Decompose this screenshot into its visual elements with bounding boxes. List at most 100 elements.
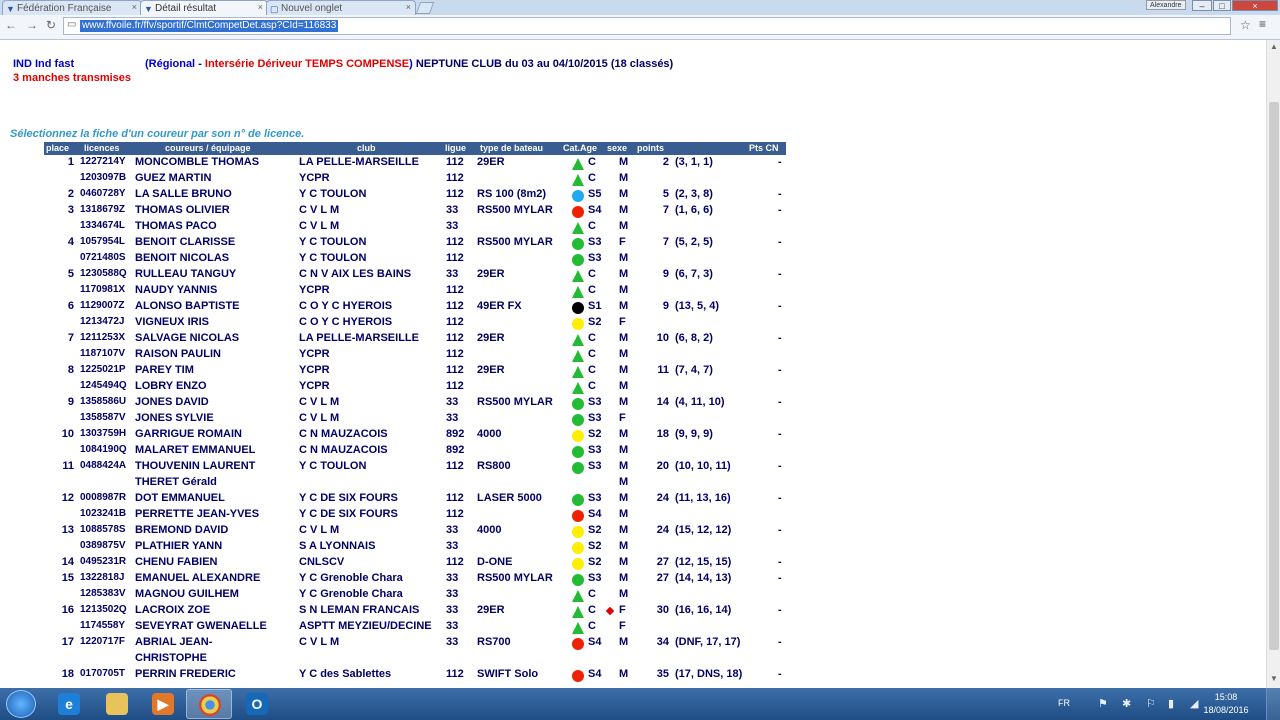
address-bar[interactable]: ▭ www.ffvoile.fr/ffv/sportif/ClmtCompetD… <box>63 17 1231 35</box>
licence-link[interactable]: 1057954L <box>80 236 125 247</box>
scroll-down-icon[interactable]: ▼ <box>1270 674 1278 683</box>
url-text[interactable]: www.ffvoile.fr/ffv/sportif/ClmtCompetDet… <box>80 20 339 32</box>
user-badge[interactable]: Alexandre <box>1146 0 1186 10</box>
licence-link[interactable]: 1303759H <box>80 428 126 439</box>
tab-nouvel-onglet[interactable]: ▢ Nouvel onglet × <box>266 0 416 15</box>
taskbar-media[interactable]: ▶ <box>140 689 186 719</box>
tab-federation[interactable]: ▼ Fédération Française × <box>2 0 142 15</box>
club-name: C V L M <box>299 220 340 232</box>
close-tab-icon[interactable]: × <box>258 2 263 12</box>
age-category: C <box>588 380 596 392</box>
taskbar-explorer[interactable] <box>94 689 140 719</box>
licence-link[interactable]: 1174558Y <box>80 620 125 631</box>
cn-points: - <box>778 364 782 376</box>
tray-flag-icon[interactable]: ⚑ <box>1098 697 1108 710</box>
licence-link[interactable]: 0008987R <box>80 492 126 503</box>
back-arrow-icon[interactable]: ← <box>5 18 17 32</box>
age-category: S4 <box>588 636 602 648</box>
licence-link[interactable]: 1285383V <box>80 588 126 599</box>
scroll-up-icon[interactable]: ▲ <box>1270 42 1278 51</box>
licence-link[interactable]: 0460728Y <box>80 188 126 199</box>
table-row: 15 1322818J EMANUEL ALEXANDRE Y C Grenoble … <box>0 571 790 587</box>
points-detail: (14, 14, 13) <box>675 572 732 584</box>
sex-cell: M <box>619 300 629 312</box>
competitor-name: BENOIT CLARISSE <box>135 236 236 248</box>
licence-link[interactable]: 1203097B <box>80 172 126 183</box>
bookmark-star-icon[interactable]: ☆ <box>1240 18 1251 32</box>
menu-icon[interactable]: ≡ <box>1259 17 1266 31</box>
licence-link[interactable]: 1213472J <box>80 316 125 327</box>
network-icon[interactable]: ▮ <box>1168 697 1174 710</box>
club-name: Y C des Sablettes <box>299 668 392 680</box>
system-clock[interactable]: 15:08 18/08/2016 <box>1196 691 1256 717</box>
forward-arrow-icon[interactable]: → <box>26 18 38 32</box>
show-desktop-button[interactable] <box>1266 688 1280 720</box>
licence-link[interactable]: 0170705T <box>80 668 125 679</box>
table-row: 1170981X NAUDY YANNIS YCPR 112 C M <box>0 283 790 299</box>
table-row: 1 1227214Y MONCOMBLE THOMAS LA PELLE-MARSEI… <box>0 155 790 171</box>
ligue-cell: 112 <box>446 492 464 504</box>
licence-link[interactable]: 0389875V <box>80 540 126 551</box>
competition-title: (Régional - Intersérie Dériveur TEMPS CO… <box>145 58 674 70</box>
taskbar-chrome[interactable] <box>186 689 232 719</box>
licence-link[interactable]: 1084190Q <box>80 444 127 455</box>
licence-link[interactable]: 0721480S <box>80 252 126 263</box>
boat-type: RS500 MYLAR <box>477 236 553 248</box>
age-category: S2 <box>588 556 602 568</box>
licence-link[interactable]: 1213502Q <box>80 604 127 615</box>
sex-cell: M <box>619 332 629 344</box>
licence-link[interactable]: 1129007Z <box>80 300 125 311</box>
boat-type: LASER 5000 <box>477 492 542 504</box>
tray-flag2-icon[interactable]: ⚐ <box>1146 697 1156 710</box>
ligue-cell: 33 <box>446 524 459 536</box>
licence-link[interactable]: 1227214Y <box>80 156 126 167</box>
licence-link[interactable]: 1225021P <box>80 364 126 375</box>
boat-type: 29ER <box>477 268 505 280</box>
close-tab-icon[interactable]: × <box>132 2 137 12</box>
licence-link[interactable]: 1358586U <box>80 396 126 407</box>
competitor-name: JONES SYLVIE <box>135 412 214 424</box>
vertical-scrollbar[interactable]: ▲ ▼ <box>1266 40 1280 688</box>
tray-app-icon[interactable]: ✱ <box>1122 697 1131 710</box>
taskbar-outlook[interactable]: O <box>234 689 280 719</box>
reload-icon[interactable]: ↻ <box>46 18 56 32</box>
table-row: 5 1230588Q RULLEAU TANGUY C N V AIX LES BAI… <box>0 267 790 283</box>
licence-link[interactable]: 1358587V <box>80 412 126 423</box>
licence-link[interactable]: 1245494Q <box>80 380 127 391</box>
place-cell: 9 <box>67 396 74 408</box>
place-cell: 4 <box>67 236 74 248</box>
maximize-button[interactable]: □ <box>1213 0 1231 11</box>
scroll-thumb[interactable] <box>1269 102 1279 650</box>
table-row: 8 1225021P PAREY TIM YCPR 112 29ER C M 11 (7, 4, … <box>0 363 790 379</box>
ligue-cell: 112 <box>446 556 464 568</box>
taskbar-ie[interactable]: e <box>46 689 92 719</box>
age-category: C <box>588 172 596 184</box>
ligue-cell: 33 <box>446 636 459 648</box>
licence-link[interactable]: 1187107V <box>80 348 125 359</box>
points-total: 7 <box>662 204 669 216</box>
ligue-cell: 33 <box>446 412 459 424</box>
table-row: 13 1088578S BREMOND DAVID C V L M 33 4000 S2 M 2… <box>0 523 790 539</box>
close-tab-icon[interactable]: × <box>406 2 411 12</box>
language-indicator[interactable]: FR <box>1058 698 1070 708</box>
licence-link[interactable]: 1023241B <box>80 508 126 519</box>
licence-link[interactable]: 1322818J <box>80 572 125 583</box>
licence-link[interactable]: 1334674L <box>80 220 125 231</box>
licence-link[interactable]: 1170981X <box>80 284 125 295</box>
window-close-button[interactable]: × <box>1232 0 1278 11</box>
licence-link[interactable]: 1230588Q <box>80 268 127 279</box>
licence-link[interactable]: 1088578S <box>80 524 126 535</box>
age-category: S3 <box>588 460 602 472</box>
cn-points: - <box>778 332 782 344</box>
competitor-name: SEVEYRAT GWENAELLE <box>135 620 267 632</box>
licence-link[interactable]: 1211253X <box>80 332 125 343</box>
sex-cell: M <box>619 156 629 168</box>
licence-link[interactable]: 1318679Z <box>80 204 125 215</box>
licence-link[interactable]: 1220717F <box>80 636 125 647</box>
minimize-button[interactable]: – <box>1192 0 1212 11</box>
start-button[interactable] <box>6 690 36 718</box>
licence-link[interactable]: 0488424A <box>80 460 126 471</box>
tab-detail-resultat[interactable]: ▼ Détail résultat × <box>140 0 268 15</box>
licence-link[interactable]: 0495231R <box>80 556 126 567</box>
ligue-cell: 33 <box>446 204 459 216</box>
